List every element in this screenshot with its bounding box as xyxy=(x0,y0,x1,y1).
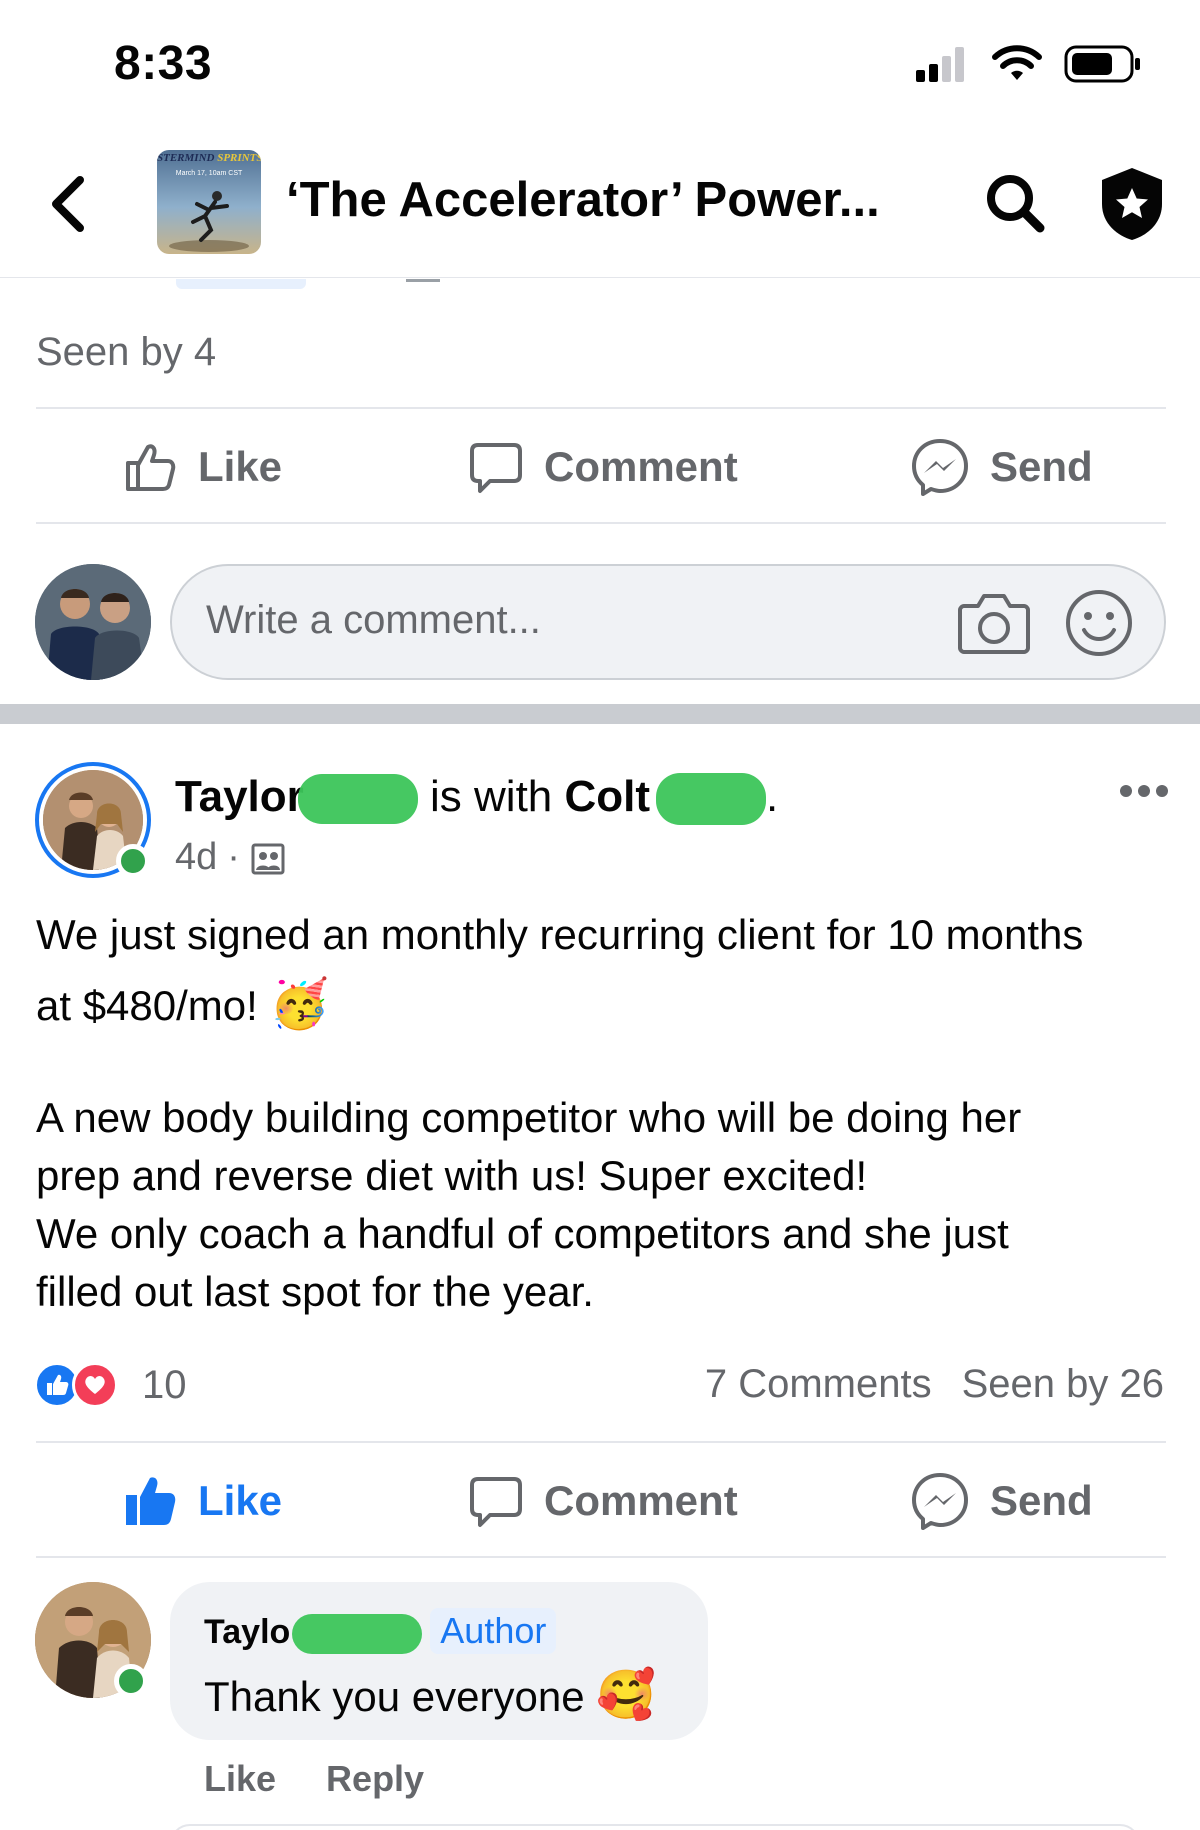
camera-icon[interactable] xyxy=(958,588,1030,656)
comment-actions: Like Reply xyxy=(204,1758,424,1800)
post-stats: 7 Comments Seen by 26 xyxy=(705,1362,1164,1407)
status-bar: 8:33 xyxy=(0,0,1200,130)
comment-bubble-icon xyxy=(470,443,522,493)
wifi-icon xyxy=(992,45,1042,80)
comment-reply-button[interactable]: Reply xyxy=(326,1758,424,1800)
thumbs-up-outline-icon xyxy=(126,444,176,491)
status-time: 8:33 xyxy=(114,37,213,90)
divider xyxy=(36,407,1166,409)
seen-by-count[interactable]: Seen by 26 xyxy=(962,1362,1164,1407)
post-action-row: Like Comment Send xyxy=(0,410,1200,524)
comment-author: Taylo Author xyxy=(204,1608,557,1655)
like-label: Like xyxy=(198,443,283,490)
divider xyxy=(36,1556,1166,1558)
heart-icon xyxy=(85,1376,105,1394)
comment-bubble-icon xyxy=(470,1477,522,1527)
post-text-fragment: at $480/mo! xyxy=(36,982,258,1029)
emoji-icon[interactable] xyxy=(1064,588,1134,658)
comment-text: Thank you everyone 🥰 xyxy=(204,1666,656,1723)
comment-placeholder: Write a comment... xyxy=(206,598,541,642)
reaction-summary[interactable]: 10 xyxy=(34,1362,187,1408)
redaction-mark xyxy=(297,774,418,825)
online-status-dot xyxy=(116,844,150,878)
post-text-line: at $480/mo! 🥳 xyxy=(36,970,1176,1041)
send-button[interactable]: Send xyxy=(910,410,1093,524)
search-icon xyxy=(987,175,1045,233)
post-action-row: Like Comment Send xyxy=(0,1444,1200,1558)
partying-face-emoji: 🥳 xyxy=(269,978,330,1031)
scrolled-off-line xyxy=(406,279,440,282)
smiling-hearts-emoji: 🥰 xyxy=(596,1669,657,1722)
with-text: is with xyxy=(430,772,553,821)
admin-tools-button[interactable] xyxy=(1096,164,1168,244)
reaction-count: 10 xyxy=(142,1362,187,1407)
post-more-button[interactable] xyxy=(1118,776,1170,806)
post-text-line: filled out last spot for the year. xyxy=(36,1268,594,1315)
next-comment-edge xyxy=(170,1824,1140,1830)
current-user-avatar[interactable] xyxy=(35,564,151,680)
comment-bubble[interactable]: Taylo Author Thank you everyone 🥰 xyxy=(170,1582,708,1740)
like-button[interactable]: Like xyxy=(122,410,282,524)
post-body: We just signed an monthly recurring clie… xyxy=(36,900,1176,1321)
thumbs-up-icon xyxy=(47,1374,69,1395)
redaction-mark xyxy=(656,773,767,826)
search-button[interactable] xyxy=(980,168,1052,240)
messenger-icon xyxy=(912,439,968,496)
post-text-line: prep and reverse diet with us! Super exc… xyxy=(36,1152,868,1199)
post-text-line: We just signed an monthly recurring clie… xyxy=(36,911,1084,958)
author-badge: Author xyxy=(430,1608,557,1654)
post-header: Taylor is with Colt. xyxy=(175,772,779,826)
seen-by-count[interactable]: Seen by 4 xyxy=(36,330,216,375)
meta-separator: · xyxy=(227,836,240,878)
group-avatar[interactable]: STERMIND SPRINTS March 17, 10am CST xyxy=(157,150,261,254)
send-label: Send xyxy=(990,443,1093,490)
runner-figure-icon xyxy=(169,191,249,252)
tagged-person-name[interactable]: Colt xyxy=(565,772,651,821)
comment-author-name[interactable]: Taylo xyxy=(204,1613,290,1651)
comment-input[interactable]: Write a comment... xyxy=(170,564,1166,680)
like-label: Like xyxy=(198,1477,283,1524)
send-label: Send xyxy=(990,1477,1093,1524)
online-status-dot xyxy=(114,1664,148,1698)
comment-button[interactable]: Comment xyxy=(468,1444,738,1558)
post-text-line: A new body building competitor who will … xyxy=(36,1094,1022,1141)
post-text-line: We only coach a handful of competitors a… xyxy=(36,1210,1009,1257)
trailing-period: . xyxy=(766,772,779,821)
comment-text-content: Thank you everyone xyxy=(204,1673,585,1720)
comments-count[interactable]: 7 Comments xyxy=(705,1362,932,1407)
comment-button[interactable]: Comment xyxy=(468,410,738,524)
divider xyxy=(36,1441,1166,1443)
more-dots-icon xyxy=(1120,785,1168,797)
love-reaction-icon xyxy=(72,1362,118,1408)
status-icons xyxy=(914,44,1142,84)
back-button[interactable] xyxy=(44,172,94,236)
messenger-icon xyxy=(912,1473,968,1530)
post-meta: 4d · xyxy=(175,836,286,879)
scrolled-off-tag xyxy=(176,279,306,289)
chevron-left-icon xyxy=(52,176,84,232)
battery-icon xyxy=(1064,45,1140,83)
feed-separator xyxy=(0,704,1200,724)
send-button[interactable]: Send xyxy=(910,1444,1093,1558)
comment-like-button[interactable]: Like xyxy=(204,1758,276,1800)
post-author-name[interactable]: Taylor xyxy=(175,772,304,821)
two-men-photo xyxy=(35,564,151,680)
group-title[interactable]: ‘The Accelerator’ Power... xyxy=(286,172,880,228)
group-members-icon xyxy=(251,843,285,874)
comment-label: Comment xyxy=(544,443,738,490)
thumbs-up-filled-icon xyxy=(126,1477,176,1525)
shield-star-icon xyxy=(1102,168,1162,240)
like-button[interactable]: Like xyxy=(122,1444,282,1558)
redaction-mark xyxy=(292,1614,423,1655)
group-header: STERMIND SPRINTS March 17, 10am CST ‘The… xyxy=(0,130,1200,278)
cellular-signal-icon xyxy=(916,47,964,82)
divider xyxy=(36,522,1166,524)
comment-label: Comment xyxy=(544,1477,738,1524)
post-time[interactable]: 4d xyxy=(175,836,217,879)
comment-composer: Write a comment... xyxy=(0,562,1200,682)
